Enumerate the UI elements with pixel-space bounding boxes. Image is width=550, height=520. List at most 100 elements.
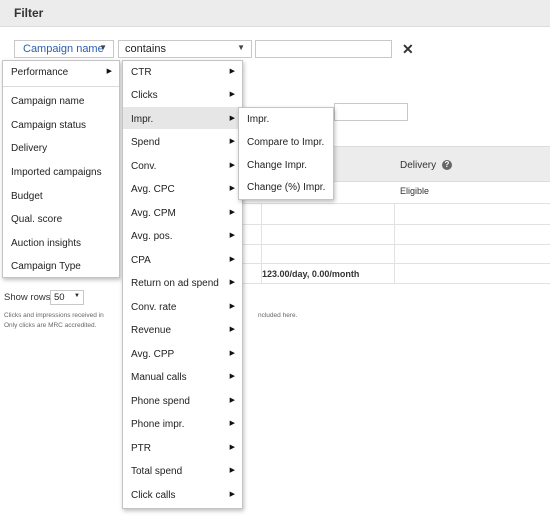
submenu-item-label: Avg. CPP	[131, 349, 175, 360]
menu-item-campaign-name[interactable]: Campaign name	[3, 96, 119, 107]
caret-right-icon: ▶	[229, 68, 235, 75]
chevron-down-icon: ▼	[237, 43, 245, 52]
caret-right-icon: ▶	[229, 467, 235, 474]
row-divider	[230, 224, 550, 225]
row-divider	[230, 244, 550, 245]
menu-item-campaign-type[interactable]: Campaign Type	[3, 261, 119, 272]
submenu-item-label: CTR	[131, 67, 152, 78]
field-dropdown[interactable]: Campaign name ▼	[14, 40, 114, 58]
submenu-item-label: PTR	[131, 443, 151, 454]
delivery-status: Eligible	[400, 186, 430, 196]
caret-right-icon: ▶	[106, 68, 112, 75]
submenu-item-avg-cpm[interactable]: Avg. CPM ▶	[123, 208, 242, 219]
column-divider	[394, 203, 395, 283]
submenu-item-avg-cpc[interactable]: Avg. CPC ▶	[123, 184, 242, 195]
show-rows-select[interactable]: 50 ▼	[50, 290, 84, 305]
submenu-item-impr[interactable]: Impr. ▶	[123, 114, 242, 125]
caret-right-icon: ▶	[229, 491, 235, 498]
impr-option-impr[interactable]: Impr.	[239, 114, 333, 125]
submenu-item-return-on-ad-spend[interactable]: Return on ad spend ▶	[123, 278, 242, 289]
submenu-item-label: Revenue	[131, 325, 172, 336]
submenu-item-label: Manual calls	[131, 372, 187, 383]
operator-dropdown-label: contains	[125, 43, 166, 55]
menu-item-performance[interactable]: Performance ▶	[3, 67, 119, 78]
operator-dropdown[interactable]: contains ▼	[118, 40, 252, 58]
delivery-column-header[interactable]: Delivery ?	[400, 160, 452, 171]
submenu-item-conv-rate[interactable]: Conv. rate ▶	[123, 302, 242, 313]
caret-right-icon: ▶	[229, 350, 235, 357]
footnote-tail: ncluded here.	[258, 312, 298, 319]
submenu-item-cpa[interactable]: CPA ▶	[123, 255, 242, 266]
impr-option-change-percent[interactable]: Change (%) Impr.	[239, 182, 333, 193]
close-icon[interactable]: ✕	[402, 40, 414, 58]
submenu-item-label: CPA	[131, 255, 151, 266]
filter-value-input[interactable]	[255, 40, 392, 58]
submenu-item-label: Avg. CPM	[131, 208, 176, 219]
menu-item-label: Performance	[11, 67, 69, 78]
menu-item-campaign-status[interactable]: Campaign status	[3, 120, 119, 131]
caret-right-icon: ▶	[229, 209, 235, 216]
submenu-item-click-calls[interactable]: Click calls ▶	[123, 490, 242, 501]
submenu-item-label: Spend	[131, 137, 160, 148]
filter-title: Filter	[14, 6, 44, 20]
submenu-item-label: Conv. rate	[131, 302, 177, 313]
submenu-item-label: Impr.	[131, 114, 154, 125]
column-menu: Performance ▶ Campaign name Campaign sta…	[2, 60, 120, 278]
caret-right-icon: ▶	[229, 115, 235, 122]
submenu-item-spend[interactable]: Spend ▶	[123, 137, 242, 148]
submenu-item-label: Total spend	[131, 466, 183, 477]
filter-panel-header	[0, 0, 550, 27]
submenu-item-ctr[interactable]: CTR ▶	[123, 67, 242, 78]
submenu-item-label: Conv.	[131, 161, 157, 172]
caret-right-icon: ▶	[229, 232, 235, 239]
caret-right-icon: ▶	[229, 185, 235, 192]
submenu-item-avg-cpp[interactable]: Avg. CPP ▶	[123, 349, 242, 360]
footnote-line: Only clicks are MRC accredited.	[4, 322, 97, 329]
second-filter-input[interactable]	[334, 103, 408, 121]
chevron-down-icon: ▼	[99, 43, 107, 52]
menu-item-delivery[interactable]: Delivery	[3, 143, 119, 154]
impr-submenu: Impr. Compare to Impr. Change Impr. Chan…	[238, 107, 334, 200]
submenu-item-label: Clicks	[131, 90, 158, 101]
menu-divider	[3, 86, 119, 87]
impr-option-change[interactable]: Change Impr.	[239, 160, 333, 171]
submenu-item-phone-impr[interactable]: Phone impr. ▶	[123, 419, 242, 430]
submenu-item-label: Phone spend	[131, 396, 190, 407]
submenu-item-clicks[interactable]: Clicks ▶	[123, 90, 242, 101]
footnote-line: Clicks and impressions received in	[4, 312, 104, 319]
menu-item-imported-campaigns[interactable]: Imported campaigns	[3, 167, 119, 178]
caret-right-icon: ▶	[229, 138, 235, 145]
row-divider	[230, 283, 550, 284]
submenu-item-phone-spend[interactable]: Phone spend ▶	[123, 396, 242, 407]
caret-right-icon: ▶	[229, 91, 235, 98]
caret-right-icon: ▶	[229, 373, 235, 380]
submenu-item-total-spend[interactable]: Total spend ▶	[123, 466, 242, 477]
impr-option-compare[interactable]: Compare to Impr.	[239, 137, 333, 148]
performance-submenu: CTR ▶ Clicks ▶ Impr. ▶ Spend ▶ Conv. ▶ Avg. C…	[122, 60, 243, 509]
menu-item-auction-insights[interactable]: Auction insights	[3, 238, 119, 249]
submenu-item-label: Click calls	[131, 490, 176, 501]
submenu-item-label: Phone impr.	[131, 419, 185, 430]
submenu-item-manual-calls[interactable]: Manual calls ▶	[123, 372, 242, 383]
caret-right-icon: ▶	[229, 162, 235, 169]
show-rows-label: Show rows:	[4, 292, 54, 303]
chevron-down-icon: ▼	[74, 293, 80, 299]
submenu-item-label: Avg. CPC	[131, 184, 175, 195]
row-divider	[230, 263, 550, 264]
caret-right-icon: ▶	[229, 444, 235, 451]
help-icon[interactable]: ?	[441, 160, 452, 171]
submenu-item-conv[interactable]: Conv. ▶	[123, 161, 242, 172]
delivery-header-label: Delivery	[400, 160, 437, 171]
submenu-item-revenue[interactable]: Revenue ▶	[123, 325, 242, 336]
budget-cell: 123.00/day, 0.00/month	[262, 269, 360, 279]
submenu-item-avg-pos[interactable]: Avg. pos. ▶	[123, 231, 242, 242]
caret-right-icon: ▶	[229, 303, 235, 310]
submenu-item-ptr[interactable]: PTR ▶	[123, 443, 242, 454]
caret-right-icon: ▶	[229, 420, 235, 427]
menu-item-budget[interactable]: Budget	[3, 191, 119, 202]
row-divider	[230, 203, 550, 204]
menu-item-qual-score[interactable]: Qual. score	[3, 214, 119, 225]
submenu-item-label: Avg. pos.	[131, 231, 173, 242]
field-dropdown-label: Campaign name	[23, 43, 104, 55]
caret-right-icon: ▶	[229, 326, 235, 333]
